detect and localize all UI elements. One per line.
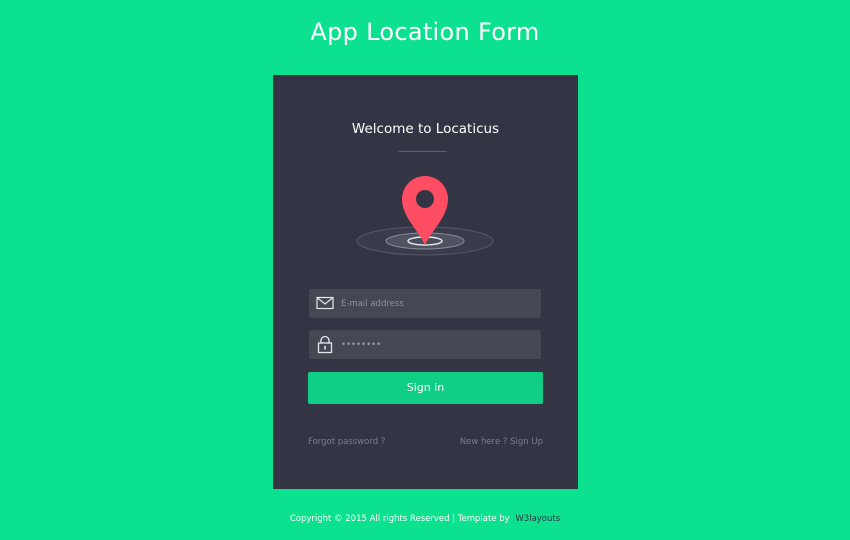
password-field[interactable] [309,330,541,359]
email-input[interactable] [341,289,531,318]
pin-hole [416,190,434,208]
welcome-heading: Welcome to Locaticus [351,121,500,137]
forgot-password-link[interactable]: Forgot password ? [308,437,385,447]
login-card: Welcome to Locaticus Sign in Forgot pass… [273,75,578,489]
page-title: App Location Form [310,18,540,46]
footer: Copyright © 2015 All rights Reserved | T… [0,514,850,524]
copyright-text: Copyright © 2015 All rights Reserved | T… [289,514,510,524]
divider [399,151,447,152]
sign-in-button[interactable]: Sign in [308,372,543,404]
email-field[interactable] [309,289,541,318]
location-pin-icon [356,176,494,256]
padlock-icon [317,335,333,354]
password-input[interactable] [341,330,531,359]
w3layouts-link[interactable]: W3layouts [515,514,560,524]
sign-up-link[interactable]: New here ? Sign Up [460,437,543,447]
envelope-icon [316,296,334,310]
